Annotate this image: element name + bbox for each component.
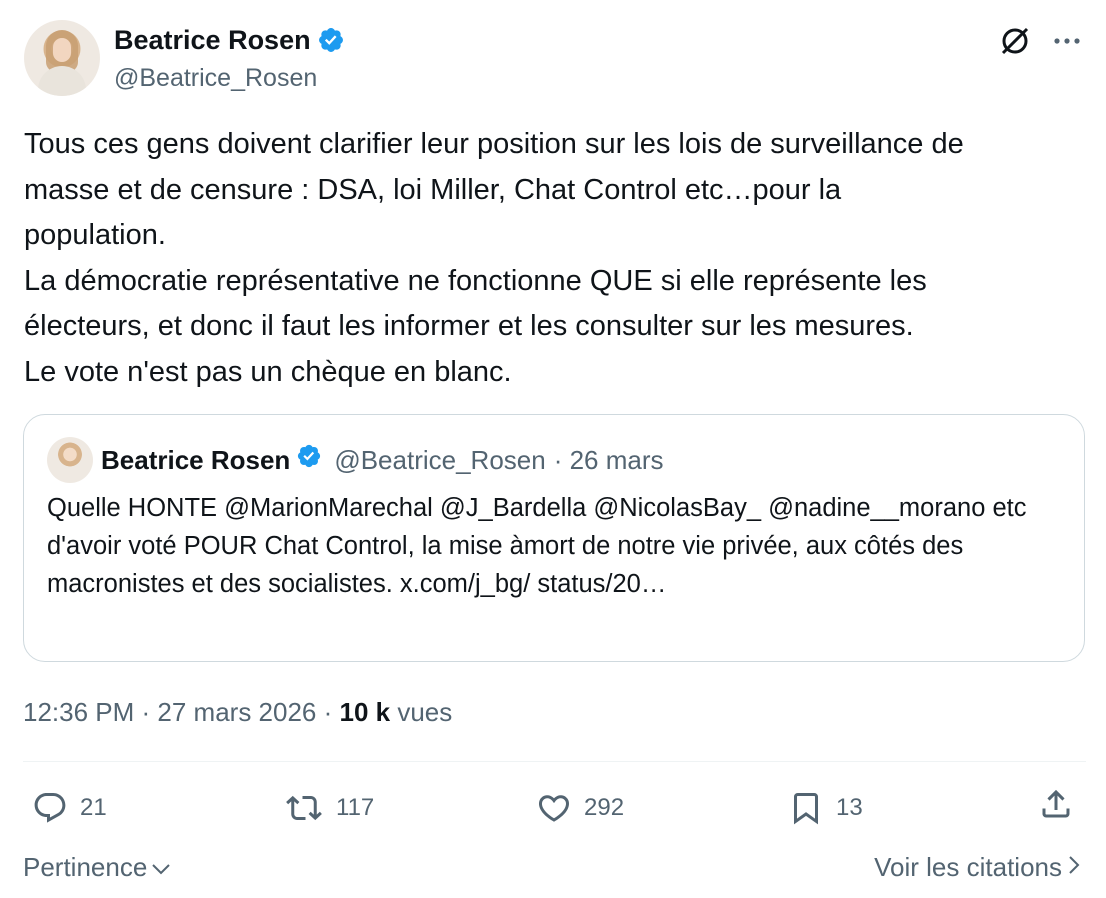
sort-dropdown[interactable]: Pertinence <box>23 850 171 884</box>
quoted-text: Quelle HONTE @MarionMarechal @J_Bardella… <box>47 494 1027 598</box>
views-label: vues <box>397 697 453 727</box>
sort-label: Pertinence <box>23 852 148 882</box>
quoted-date[interactable]: · 26 mars <box>554 444 664 476</box>
chevron-down-icon <box>151 850 171 884</box>
quoted-author-name[interactable]: Beatrice Rosen <box>101 444 290 476</box>
reply-count: 21 <box>80 794 107 821</box>
heart-icon <box>536 790 572 826</box>
views-count: 10 k <box>339 697 391 727</box>
quoted-header: Beatrice Rosen @Beatrice_Rosen · 26 mars <box>101 443 664 476</box>
like-count: 292 <box>584 794 625 821</box>
reply-icon <box>32 790 68 826</box>
share-button[interactable] <box>1038 786 1074 822</box>
chevron-right-icon <box>1066 850 1082 884</box>
author-name-row[interactable]: Beatrice Rosen <box>114 24 345 56</box>
quoted-author-handle[interactable]: @Beatrice_Rosen <box>334 444 545 476</box>
retweet-icon <box>284 790 324 826</box>
view-quotes-label: Voir les citations <box>874 852 1062 882</box>
bookmark-button[interactable]: 13 <box>788 786 863 830</box>
like-button[interactable]: 292 <box>536 786 624 830</box>
view-quotes-link[interactable]: Voir les citations <box>874 850 1082 884</box>
tweet-meta: 12:36 PM · 27 mars 2026 · 10 k vues <box>23 696 452 728</box>
quoted-tweet[interactable]: Beatrice Rosen @Beatrice_Rosen · 26 mars… <box>23 414 1085 662</box>
share-icon <box>1038 786 1074 822</box>
quoted-author-avatar[interactable] <box>47 437 93 483</box>
avatar-face <box>53 38 71 62</box>
author-name[interactable]: Beatrice Rosen <box>114 24 311 56</box>
grok-icon[interactable] <box>998 24 1032 58</box>
author-handle[interactable]: @Beatrice_Rosen <box>114 63 317 93</box>
more-options-icon[interactable] <box>1052 36 1082 46</box>
avatar-body <box>38 66 86 96</box>
top-icons <box>998 24 1082 58</box>
author-avatar[interactable] <box>24 20 100 96</box>
bookmark-icon <box>788 790 824 826</box>
timestamp[interactable]: 12:36 PM · 27 mars 2026 · <box>23 697 332 727</box>
retweet-button[interactable]: 117 <box>284 786 374 830</box>
divider <box>23 761 1086 762</box>
retweet-count: 117 <box>336 794 375 821</box>
bookmark-count: 13 <box>836 794 863 821</box>
reply-button[interactable]: 21 <box>32 786 107 830</box>
quoted-verified-badge-icon <box>296 443 322 476</box>
tweet-text: Tous ces gens doivent clarifier leur pos… <box>24 128 964 388</box>
verified-badge-icon <box>317 26 345 54</box>
